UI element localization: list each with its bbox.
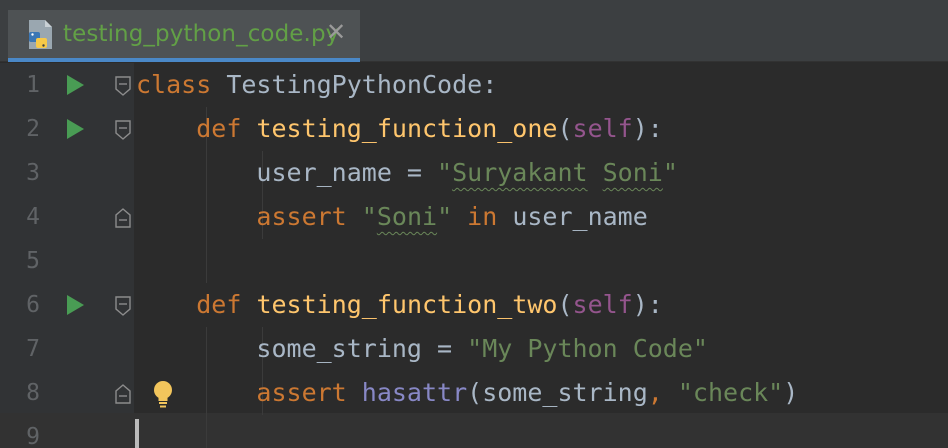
line-number: 1 <box>26 72 40 98</box>
line-number: 3 <box>26 160 40 186</box>
code-token: " <box>437 202 468 231</box>
code-text[interactable]: assert "Soni" in user_name <box>136 195 648 239</box>
close-icon[interactable]: ✕ <box>326 20 346 44</box>
code-text[interactable]: assert hasattr(some_string, "check") <box>136 371 798 415</box>
run-test-icon[interactable] <box>64 294 86 316</box>
fold-open-icon[interactable] <box>113 74 133 98</box>
code-token: " <box>662 158 678 187</box>
fold-open-icon[interactable] <box>113 294 133 318</box>
file-tab[interactable]: testing_python_code.py ✕ <box>8 10 360 62</box>
code-text[interactable]: def testing_function_one(self): <box>136 107 663 151</box>
code-token: (some_string <box>467 378 648 407</box>
code-token: class <box>136 70 227 99</box>
code-line[interactable]: 1 class TestingPythonCode: <box>0 63 948 107</box>
code-token: in <box>467 202 513 231</box>
code-token: " <box>437 158 453 187</box>
code-token: ) <box>783 378 799 407</box>
code-token: self <box>572 290 633 319</box>
line-number: 6 <box>26 292 40 318</box>
code-token: assert <box>256 378 362 407</box>
code-token: assert <box>256 202 362 231</box>
line-number: 2 <box>26 116 40 142</box>
code-text[interactable]: class TestingPythonCode: <box>136 63 497 107</box>
code-token: def <box>196 290 257 319</box>
code-line[interactable]: 5 <box>0 239 948 283</box>
code-token: Soni <box>376 202 438 231</box>
fold-close-icon[interactable] <box>113 206 133 230</box>
line-number: 7 <box>26 336 40 362</box>
code-token: Soni <box>602 158 663 187</box>
code-text[interactable]: def testing_function_two(self): <box>136 283 663 327</box>
code-line[interactable]: 9 <box>0 415 948 448</box>
code-token: " <box>361 202 377 231</box>
code-token: ): <box>632 114 663 143</box>
code-token: user_name <box>512 202 648 231</box>
run-test-icon[interactable] <box>64 118 86 140</box>
code-token: user_name = <box>136 158 438 187</box>
code-token: , <box>647 378 678 407</box>
code-token: Suryakant <box>452 158 588 187</box>
code-token: : <box>482 70 498 99</box>
code-token: "My Python Code" <box>467 334 708 363</box>
code-line[interactable]: 8 assert hasattr(some_string, "check") <box>0 371 948 415</box>
code-token: ( <box>557 290 573 319</box>
editor-tab-bar: testing_python_code.py ✕ <box>0 0 948 62</box>
code-token: def <box>196 114 257 143</box>
code-text[interactable]: user_name = "Suryakant Soni" <box>136 151 678 195</box>
code-token: self <box>572 114 633 143</box>
code-text[interactable]: some_string = "My Python Code" <box>136 327 708 371</box>
code-line[interactable]: 3 user_name = "Suryakant Soni" <box>0 151 948 195</box>
line-number: 5 <box>26 248 40 274</box>
code-editor[interactable]: 1 class TestingPythonCode: 2 def testing_f… <box>0 63 948 448</box>
fold-close-icon[interactable] <box>113 382 133 406</box>
code-token: testing_function_one <box>256 114 558 143</box>
code-line[interactable]: 2 def testing_function_one(self): <box>0 107 948 151</box>
code-line[interactable]: 7 some_string = "My Python Code" <box>0 327 948 371</box>
python-file-icon <box>29 20 52 49</box>
line-number: 4 <box>26 204 40 230</box>
code-token: TestingPythonCode <box>226 70 483 99</box>
code-line[interactable]: 4 assert "Soni" in user_name <box>0 195 948 239</box>
line-number: 9 <box>26 424 40 448</box>
line-number: 8 <box>26 380 40 406</box>
fold-open-icon[interactable] <box>113 118 133 142</box>
code-line[interactable]: 6 def testing_function_two(self): <box>0 283 948 327</box>
code-token: some_string = <box>136 334 468 363</box>
text-cursor <box>135 419 139 448</box>
code-token: hasattr <box>361 378 468 407</box>
code-token: testing_function_two <box>256 290 558 319</box>
code-token: ( <box>557 114 573 143</box>
code-token: ): <box>632 290 663 319</box>
run-test-icon[interactable] <box>64 74 86 96</box>
file-tab-label: testing_python_code.py <box>63 21 340 47</box>
code-token: "check" <box>677 378 784 407</box>
